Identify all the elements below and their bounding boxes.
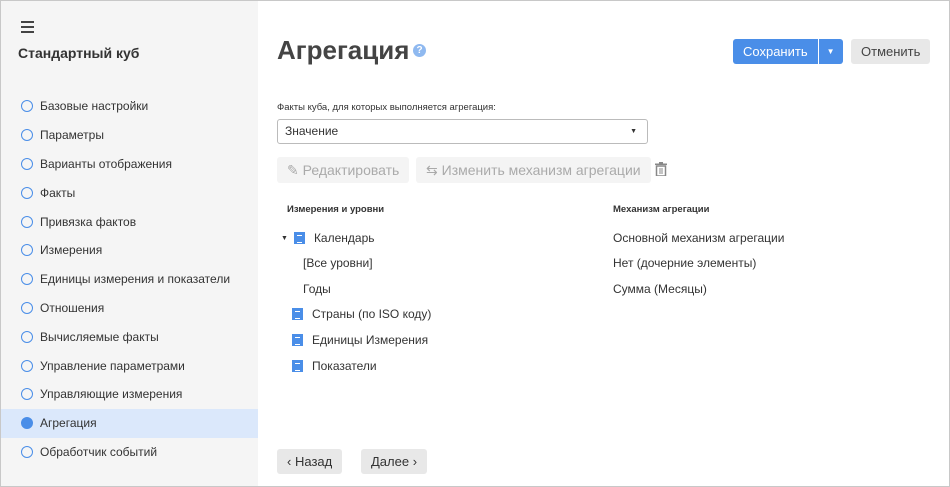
dimension-icon [292, 308, 303, 320]
sidebar-item-params[interactable]: Параметры [1, 121, 258, 150]
cancel-button[interactable]: Отменить [851, 39, 931, 64]
sidebar-item-dimensions[interactable]: Измерения [1, 236, 258, 265]
sidebar: Стандартный куб Базовые настройки Параме… [1, 1, 258, 486]
row-name: Показатели [312, 359, 377, 373]
menu-icon[interactable] [21, 21, 34, 36]
row-name: Календарь [313, 231, 375, 245]
sidebar-item-basic[interactable]: Базовые настройки [1, 92, 258, 121]
sidebar-item-label: Измерения [40, 243, 103, 258]
sidebar-item-param-mgmt[interactable]: Управление параметрами [1, 351, 258, 380]
next-button[interactable]: Далее › [361, 449, 428, 474]
cube-title: Стандартный куб [18, 45, 140, 61]
page-title: Агрегация [277, 35, 410, 65]
column-header-dimensions: Измерения и уровни [287, 204, 385, 215]
step-circle-icon [21, 186, 33, 199]
sidebar-item-label: Вычисляемые факты [40, 329, 159, 344]
sidebar-nav: Базовые настройки Параметры Варианты ото… [1, 92, 258, 466]
tree-row-indicators[interactable]: Показатели [292, 359, 377, 373]
dimension-icon [292, 334, 303, 346]
sidebar-item-label: Базовые настройки [40, 99, 149, 114]
caret-down-icon[interactable]: ▼ [281, 235, 288, 242]
mechanism-cell: Основной механизм агрегации [613, 231, 785, 245]
sidebar-item-views[interactable]: Варианты отображения [1, 150, 258, 179]
step-circle-icon [21, 157, 33, 170]
sidebar-item-label: Варианты отображения [40, 156, 173, 171]
change-mechanism-button[interactable]: ⇆ Изменить механизм агрегации [416, 157, 651, 183]
tree-row-years[interactable]: Годы [303, 282, 331, 296]
step-circle-icon [21, 330, 33, 343]
step-circle-icon [21, 129, 33, 142]
step-circle-icon [21, 445, 33, 458]
facts-select[interactable]: Значение ▼ [277, 119, 648, 144]
help-icon[interactable]: ? [413, 44, 426, 57]
step-circle-icon [21, 215, 33, 228]
save-dropdown-button[interactable]: ▼ [817, 39, 843, 64]
sidebar-item-label: Факты [40, 185, 76, 200]
save-split-button: Сохранить ▼ [733, 39, 843, 64]
step-circle-icon [21, 273, 33, 286]
back-label: Назад [294, 454, 333, 469]
sidebar-item-facts[interactable]: Факты [1, 178, 258, 207]
step-circle-icon [21, 388, 33, 401]
step-circle-icon [21, 359, 33, 372]
tree-row-units[interactable]: Единицы Измерения [292, 333, 428, 347]
mechanism-cell: Сумма (Месяцы) [613, 282, 707, 296]
sidebar-item-relations[interactable]: Отношения [1, 294, 258, 323]
chevron-right-icon: › [412, 454, 418, 469]
edit-label: Редактировать [302, 162, 400, 178]
caret-down-icon: ▼ [826, 47, 835, 56]
dimension-icon [292, 360, 303, 372]
tree-row-calendar[interactable]: ▼ Календарь [281, 231, 375, 245]
sidebar-item-label: Отношения [40, 300, 105, 315]
trash-icon[interactable] [655, 162, 667, 176]
sidebar-item-units[interactable]: Единицы измерения и показатели [1, 265, 258, 294]
row-name: Единицы Измерения [312, 333, 429, 347]
sidebar-item-event-handler[interactable]: Обработчик событий [1, 438, 258, 467]
step-circle-icon [21, 417, 33, 430]
sidebar-item-control-dims[interactable]: Управляющие измерения [1, 380, 258, 409]
sidebar-item-label: Управляющие измерения [40, 387, 183, 402]
main-panel: Агрегация ? Сохранить ▼ Отменить Факты к… [258, 1, 949, 486]
facts-select-value: Значение [285, 124, 339, 138]
back-button[interactable]: ‹ Назад [277, 449, 343, 474]
tree-row-countries[interactable]: Страны (по ISO коду) [292, 307, 431, 321]
caret-down-icon: ▼ [630, 128, 637, 135]
swap-icon: ⇆ [426, 162, 438, 178]
row-name: Страны (по ISO коду) [312, 307, 432, 321]
tree-row-all-levels[interactable]: [Все уровни] [303, 256, 373, 270]
mechanism-cell: Нет (дочерние элементы) [613, 256, 757, 270]
calendar-dimension-icon [293, 232, 305, 244]
edit-button[interactable]: ✎ Редактировать [277, 157, 410, 183]
chevron-left-icon: ‹ [287, 454, 292, 469]
sidebar-item-label: Агрегация [40, 416, 97, 431]
next-label: Далее [371, 454, 410, 469]
save-button[interactable]: Сохранить [733, 39, 818, 64]
sidebar-item-label: Обработчик событий [40, 444, 158, 459]
sidebar-item-label: Управление параметрами [40, 358, 185, 373]
change-label: Изменить механизм агрегации [441, 162, 641, 178]
sidebar-item-aggregation[interactable]: Агрегация [1, 408, 258, 438]
column-header-mechanism: Механизм агрегации [613, 204, 710, 215]
facts-label: Факты куба, для которых выполняется агре… [277, 102, 496, 113]
pencil-icon: ✎ [287, 162, 299, 178]
sidebar-item-fact-binding[interactable]: Привязка фактов [1, 207, 258, 236]
step-circle-icon [21, 100, 33, 113]
sidebar-item-label: Привязка фактов [40, 214, 137, 229]
sidebar-item-calc-facts[interactable]: Вычисляемые факты [1, 322, 258, 351]
sidebar-item-label: Параметры [40, 128, 104, 143]
step-circle-icon [21, 244, 33, 257]
sidebar-item-label: Единицы измерения и показатели [40, 272, 231, 287]
step-circle-icon [21, 301, 33, 314]
